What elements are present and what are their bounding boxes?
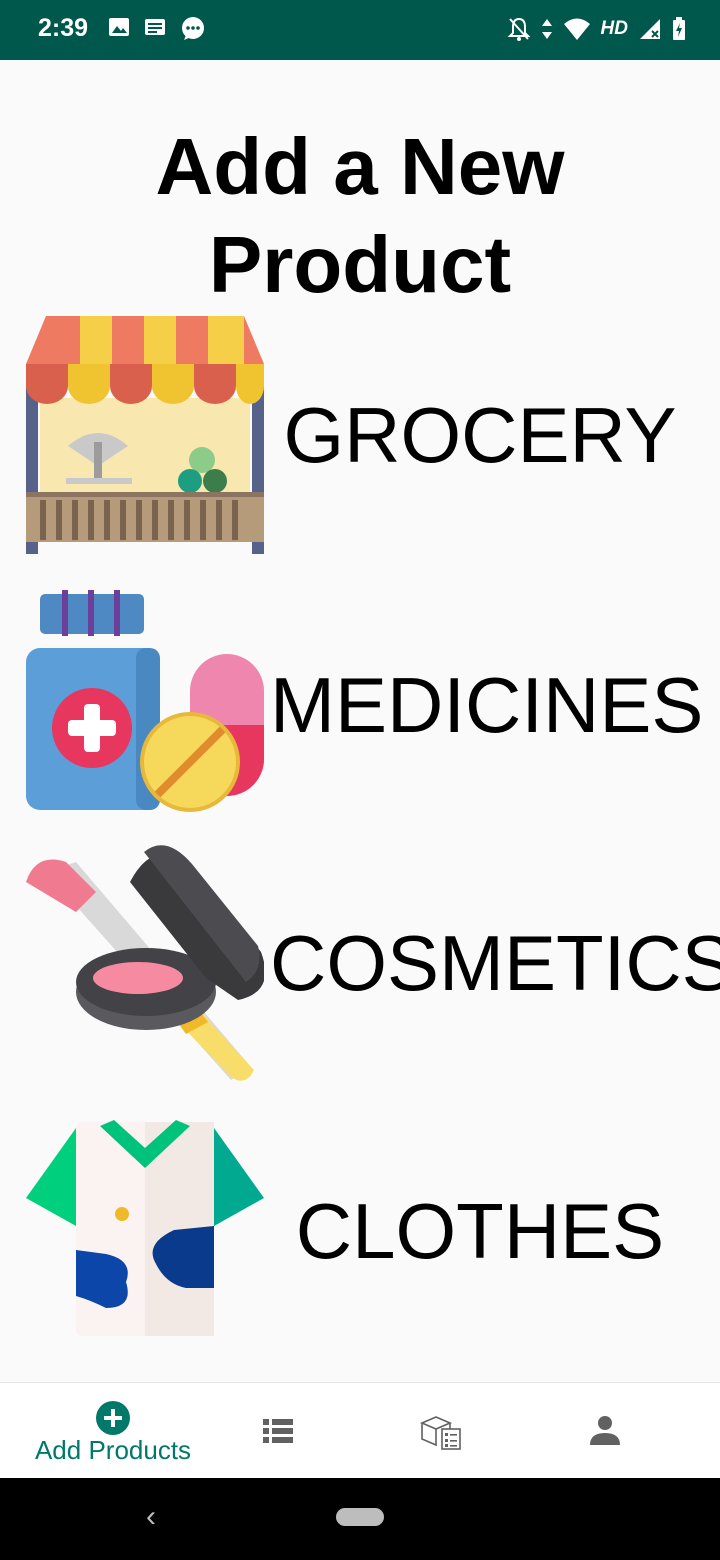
system-navigation-bar: ‹ [0, 1478, 720, 1560]
nav-item-list[interactable] [226, 1383, 332, 1479]
cosmetics-icon [26, 845, 264, 1081]
chat-bubble-icon [182, 17, 204, 40]
add-circle-icon [96, 1401, 130, 1435]
category-label-clothes: CLOTHES [295, 1187, 665, 1275]
status-time: 2:39 [38, 14, 89, 42]
list-icon [263, 1419, 293, 1443]
page-title-line-1: Add a New [155, 122, 565, 211]
category-label-medicines: MEDICINES [270, 661, 704, 749]
nav-item-profile[interactable] [554, 1383, 660, 1479]
image-icon [109, 18, 129, 36]
inventory-box-icon [420, 1416, 461, 1450]
category-cosmetics[interactable]: COSMETICS [0, 842, 720, 1092]
category-clothes[interactable]: CLOTHES [0, 1118, 720, 1368]
category-label-grocery: GROCERY [283, 391, 677, 479]
status-bar: 2:39 HD [0, 0, 720, 60]
wifi-icon [563, 18, 590, 40]
shirt-icon [26, 1120, 264, 1336]
nav-label-add-products: Add Products [34, 1435, 192, 1465]
status-system-icons: HD [507, 16, 686, 42]
person-icon [590, 1416, 620, 1445]
category-label-cosmetics: COSMETICS [270, 919, 720, 1007]
battery-charging-icon [673, 17, 685, 40]
home-pill-button[interactable] [336, 1508, 384, 1526]
data-arrows-icon [541, 19, 552, 39]
category-medicines[interactable]: MEDICINES [0, 588, 720, 838]
network-type-label: HD [600, 18, 628, 39]
bottom-navigation: Add Products [0, 1382, 720, 1478]
page-title-line-2: Product [208, 220, 512, 309]
medicine-icon [26, 590, 264, 812]
back-chevron-icon[interactable]: ‹ [146, 1500, 156, 1534]
category-grocery[interactable]: GROCERY [0, 316, 720, 566]
page-title: Add a New Product [0, 118, 720, 314]
market-stall-icon [26, 316, 264, 554]
signal-icon [640, 19, 660, 39]
status-notification-icons [108, 16, 206, 42]
news-icon [145, 19, 165, 35]
nav-item-inventory[interactable] [390, 1383, 496, 1479]
notifications-off-icon [507, 17, 530, 41]
nav-item-add-products[interactable]: Add Products [0, 1383, 226, 1479]
